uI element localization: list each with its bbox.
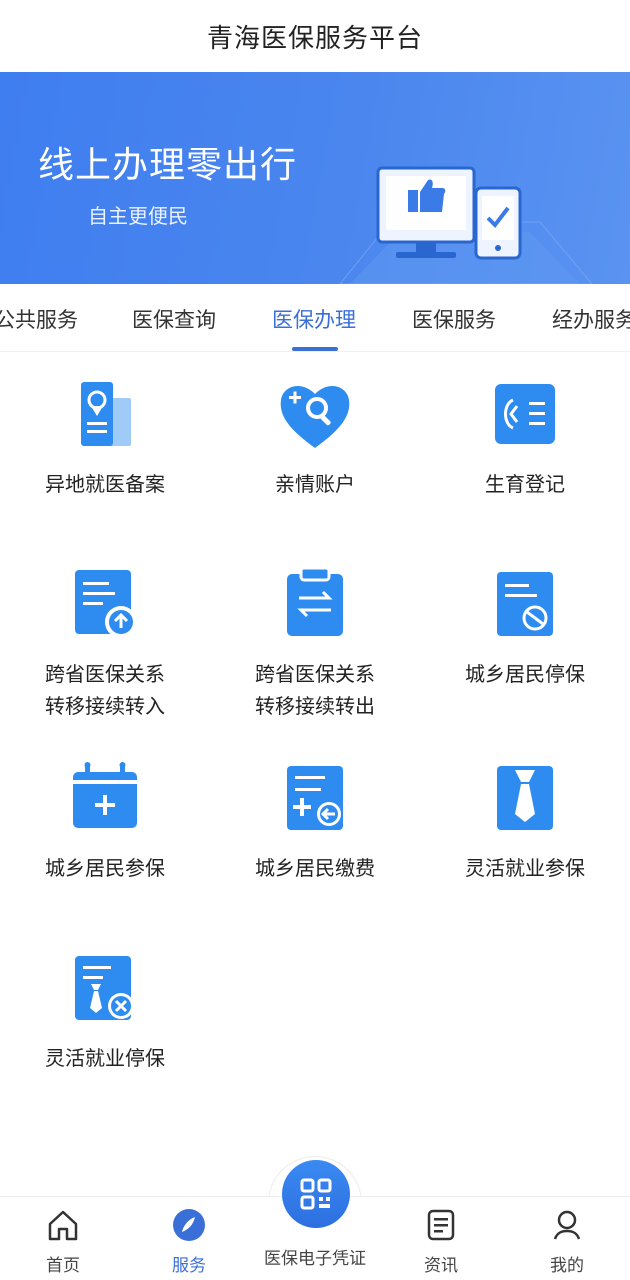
nav-label-mine: 我的: [550, 1256, 584, 1276]
document-stop-icon: [497, 572, 553, 636]
document-payment-icon: [287, 766, 343, 830]
service-tile-flexible-employment-stop[interactable]: 灵活就业停保: [0, 950, 210, 1074]
app-header: 青海医保服务平台: [0, 0, 630, 72]
service-label: 生育登记: [485, 472, 565, 496]
tab-insurance-query[interactable]: 医保查询: [132, 304, 216, 334]
nav-label-service: 服务: [172, 1256, 206, 1276]
service-label: 异地就医备案: [45, 472, 165, 496]
user-icon: [553, 1210, 581, 1240]
computer-phone-illustration-icon: [339, 166, 593, 284]
nav-label-news: 资讯: [424, 1256, 458, 1276]
service-tile-urban-rural-payment[interactable]: 城乡居民缴费: [210, 760, 420, 884]
service-tile-family-account[interactable]: 亲情账户: [210, 376, 420, 500]
tie-icon: [497, 766, 553, 830]
calendar-add-icon: [73, 762, 137, 828]
service-label: 灵活就业参保: [465, 856, 585, 880]
tab-insurance-service[interactable]: 医保服务: [412, 304, 496, 334]
nav-service[interactable]: 服务: [144, 1207, 234, 1276]
service-tile-transfer-in[interactable]: 跨省医保关系 转移接续转入: [0, 566, 210, 722]
nav-mine[interactable]: 我的: [522, 1207, 612, 1276]
service-tile-birth-registration[interactable]: 生育登记: [420, 376, 630, 500]
tab-insurance-handling[interactable]: 医保办理: [272, 304, 356, 334]
baby-list-icon: [495, 384, 555, 444]
active-tab-indicator: [292, 347, 338, 351]
service-tile-transfer-out[interactable]: 跨省医保关系 转移接续转出: [210, 566, 420, 722]
service-tile-flexible-employment-enroll[interactable]: 灵活就业参保: [420, 760, 630, 884]
service-tile-urban-rural-stop[interactable]: 城乡居民停保: [420, 566, 630, 690]
service-label: 灵活就业停保: [45, 1046, 165, 1070]
service-label: 城乡居民缴费: [255, 856, 375, 880]
tab-agency-service[interactable]: 经办服务: [552, 304, 630, 334]
banner-title: 线上办理零出行: [38, 145, 298, 186]
heart-search-icon: [280, 386, 350, 448]
nav-label-qr: 医保电子凭证: [264, 1249, 366, 1269]
nav-label-home: 首页: [46, 1256, 80, 1276]
service-tile-remote-medical-filing[interactable]: 异地就医备案: [0, 376, 210, 500]
page-title: 青海医保服务平台: [206, 23, 423, 54]
document-upload-icon: [75, 570, 137, 638]
service-tile-urban-rural-enroll[interactable]: 城乡居民参保: [0, 760, 210, 884]
service-label: 跨省医保关系 转移接续转出: [255, 662, 375, 718]
nav-home[interactable]: 首页: [18, 1207, 108, 1276]
news-document-icon: [427, 1209, 455, 1241]
insurance-qr-button[interactable]: [282, 1160, 350, 1228]
qr-code-icon: [300, 1178, 332, 1210]
tab-public-service[interactable]: 公共服务: [0, 304, 78, 334]
nav-news[interactable]: 资讯: [396, 1207, 486, 1276]
home-icon: [48, 1210, 78, 1241]
location-document-icon: [81, 382, 131, 446]
banner-subtitle: 自主更便民: [88, 204, 188, 228]
service-label: 城乡居民参保: [45, 856, 165, 880]
tie-cancel-icon: [75, 956, 134, 1020]
service-label: 亲情账户: [275, 472, 355, 496]
promo-banner[interactable]: 线上办理零出行 自主更便民: [0, 72, 630, 284]
service-label: 跨省医保关系 转移接续转入: [45, 662, 165, 718]
service-label: 城乡居民停保: [465, 662, 585, 686]
category-tabs: 公共服务 医保查询 医保办理 医保服务 经办服务: [0, 284, 630, 352]
compass-icon: [173, 1209, 205, 1241]
clipboard-transfer-icon: [287, 566, 343, 636]
